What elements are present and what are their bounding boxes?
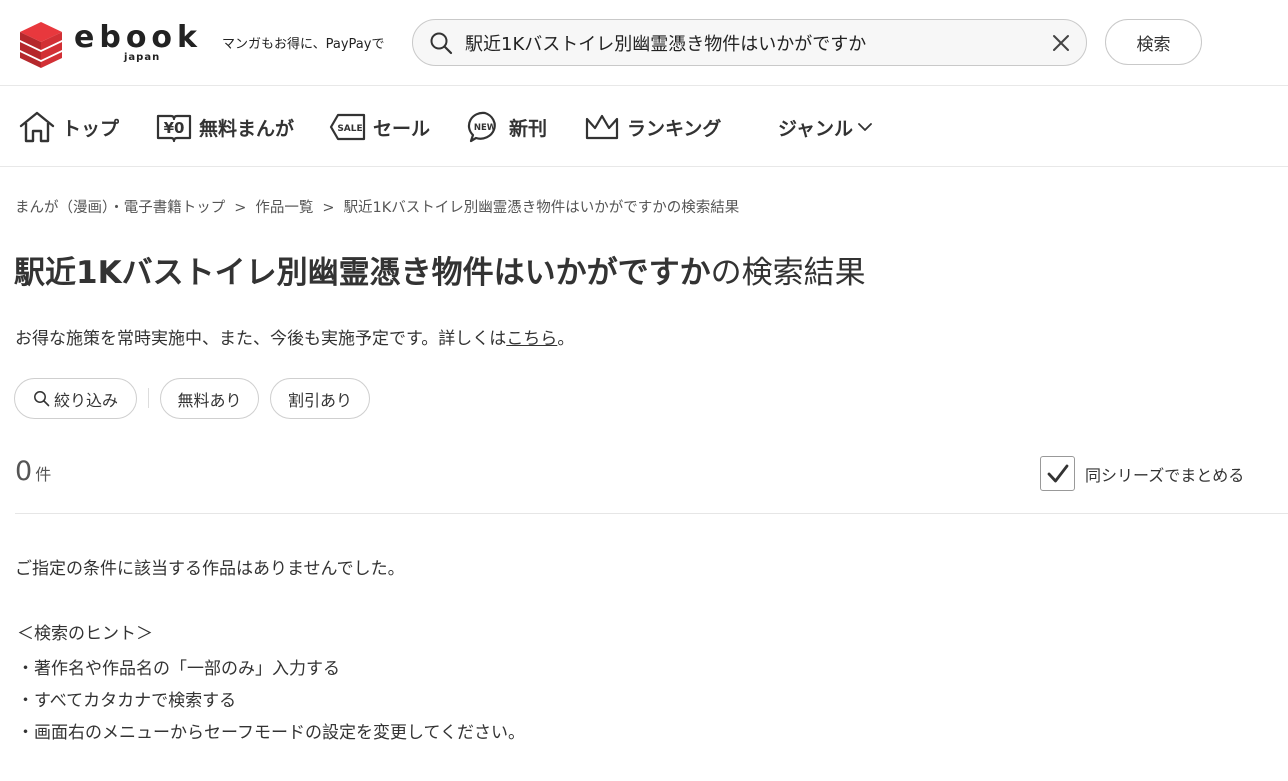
crown-icon (585, 114, 619, 140)
breadcrumb-current: 駅近1Kバストイレ別幽霊憑き物件はいかがですかの検索結果 (343, 200, 740, 216)
home-icon (19, 111, 55, 143)
yen-book-icon: ¥0 (156, 114, 192, 143)
refine-filter-button[interactable]: 絞り込み (14, 378, 137, 419)
svg-text:NEW: NEW (474, 123, 497, 133)
search-hint-list: ・著作名や作品名の「一部のみ」入力する ・すべてカタカナで検索する ・画面右のメ… (17, 656, 525, 752)
no-results-message: ご指定の条件に該当する作品はありませんでした。 (15, 559, 405, 579)
page-title: 駅近1Kバストイレ別幽霊憑き物件はいかがですかの検索結果 (14, 251, 866, 295)
nav-label-ranking: ランキング (627, 117, 722, 140)
discount-filter-label: 割引あり (287, 390, 352, 410)
header-tagline: マンガもお得に、PayPayで (222, 37, 385, 52)
search-icon (34, 391, 50, 407)
search-icon (430, 32, 453, 55)
search-hint-item: ・著作名や作品名の「一部のみ」入力する (17, 659, 340, 679)
breadcrumb-link-works[interactable]: 作品一覧 (255, 200, 313, 216)
breadcrumb-separator: > (322, 200, 335, 216)
search-input[interactable] (465, 26, 1035, 59)
breadcrumb: まんが（漫画）・電子書籍トップ > 作品一覧 > 駅近1Kバストイレ別幽霊憑き物件はいか… (15, 196, 739, 217)
result-count-number: 0 (15, 456, 33, 487)
nav-item-free-manga[interactable]: ¥0 無料まんが (155, 108, 294, 146)
nav-item-sale[interactable]: SALE セール (329, 108, 430, 146)
free-filter-chip[interactable]: 無料あり (160, 378, 259, 419)
svg-text:¥0: ¥0 (164, 119, 185, 137)
nav-label-top: トップ (62, 117, 120, 140)
ebook-japan-logo[interactable]: ebook japan (16, 16, 216, 70)
site-header: ebook japan マンガもお得に、PayPayで 検索 (0, 0, 1288, 86)
search-box (412, 19, 1087, 66)
promo-notice: お得な施策を常時実施中、また、今後も実施予定です。詳しくはこちら。 (15, 324, 574, 349)
svg-text:SALE: SALE (337, 124, 362, 134)
main-nav: トップ ¥0 無料まんが SALE セール NEW 新刊 ランキング ジャンル (0, 86, 1288, 167)
results-divider (15, 513, 1288, 514)
nav-item-top[interactable]: トップ (18, 108, 119, 146)
book-stack-logo-icon (20, 22, 62, 68)
logo-subtext: japan (124, 52, 161, 63)
clear-search-icon[interactable] (1050, 32, 1072, 54)
nav-item-new-release[interactable]: NEW 新刊 (467, 108, 547, 146)
breadcrumb-separator: > (234, 200, 247, 216)
sale-tag-icon: SALE (329, 113, 366, 141)
refine-filter-label: 絞り込み (53, 390, 118, 410)
discount-filter-chip[interactable]: 割引あり (270, 378, 370, 419)
search-hint-item: ・画面右のメニューからセーフモードの設定を変更してください。 (17, 723, 525, 743)
nav-label-new-release: 新刊 (509, 117, 548, 140)
search-hint-item: ・すべてカタカナで検索する (17, 691, 237, 711)
notice-end: 。 (557, 329, 575, 349)
notice-link[interactable]: こちら (506, 329, 557, 349)
search-button[interactable]: 検索 (1105, 19, 1202, 65)
breadcrumb-link-top[interactable]: まんが（漫画）・電子書籍トップ (15, 200, 225, 216)
new-badge-icon: NEW (467, 111, 497, 143)
nav-item-genre[interactable]: ジャンル (778, 108, 879, 146)
filter-divider (148, 388, 149, 408)
notice-text: お得な施策を常時実施中、また、今後も実施予定です。詳しくは (15, 329, 507, 349)
nav-label-free-manga: 無料まんが (199, 117, 295, 140)
group-series-toggle[interactable]: 同シリーズでまとめる (1040, 455, 1244, 492)
nav-item-ranking[interactable]: ランキング (583, 108, 721, 146)
nav-label-genre: ジャンル (778, 117, 854, 140)
free-filter-label: 無料あり (177, 390, 242, 410)
result-count: 0件 (15, 456, 51, 487)
group-series-checkbox[interactable] (1040, 456, 1075, 491)
title-keyword: 駅近1Kバストイレ別幽霊憑き物件はいかがですか (14, 255, 711, 291)
title-suffix: の検索結果 (710, 255, 866, 291)
checkmark-icon (1047, 464, 1068, 482)
chevron-down-icon (858, 123, 872, 131)
group-series-label: 同シリーズでまとめる (1085, 465, 1245, 485)
search-hint-title: ＜検索のヒント＞ (17, 624, 153, 644)
nav-label-sale: セール (373, 117, 431, 140)
result-count-unit: 件 (35, 465, 52, 484)
